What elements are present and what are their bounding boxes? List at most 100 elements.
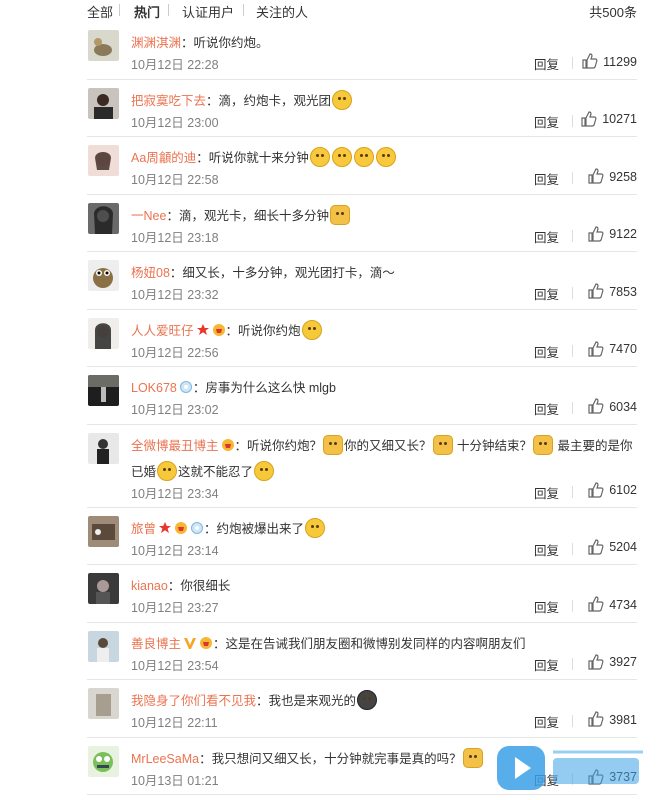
thumbs-up-icon xyxy=(588,481,604,498)
thumbs-up-icon xyxy=(581,110,597,127)
like-button[interactable]: 9122 xyxy=(587,225,637,243)
avatar[interactable] xyxy=(88,145,119,176)
comment-item: 杨妞08：细又长，十多分钟，观光团打卡，滴～ 10月12日 23:32 回复 7… xyxy=(0,252,659,310)
comment-item: 把寂寞吃下去：滴，约炮卡，观光团 10月12日 23:00 回复 10271 xyxy=(0,80,659,138)
like-button[interactable]: 7470 xyxy=(587,340,637,358)
comment-username[interactable]: 人人爱旺仔 xyxy=(131,324,194,338)
doge-emoji-icon xyxy=(533,434,554,455)
reply-button[interactable]: 回复 xyxy=(534,655,559,674)
smile-emoji-icon xyxy=(157,460,178,481)
comment-text: 你的又细又长？ xyxy=(344,438,432,453)
reply-button[interactable]: 回复 xyxy=(534,54,559,73)
avatar[interactable] xyxy=(88,515,119,547)
comment-username[interactable]: MrLeeSaMa xyxy=(131,752,199,766)
facepalm-emoji-icon xyxy=(254,460,275,481)
laugh-cry-emoji-icon xyxy=(309,147,330,167)
shy-emoji-icon xyxy=(305,517,326,538)
reply-button[interactable]: 回复 xyxy=(534,169,559,188)
reply-button[interactable]: 回复 xyxy=(534,399,559,418)
avatar[interactable] xyxy=(88,630,119,662)
comment-item: 一Nee：滴，观光卡，细长十多分钟 10月12日 23:18 回复 9122 xyxy=(0,195,659,253)
comment-time: 10月12日 23:14 xyxy=(131,543,219,558)
like-count: 7853 xyxy=(609,284,637,299)
star-badge-icon xyxy=(159,521,172,533)
like-button[interactable]: 6034 xyxy=(587,398,637,415)
like-button[interactable]: 9258 xyxy=(587,168,637,185)
reply-button[interactable]: 回复 xyxy=(534,540,559,559)
action-divider xyxy=(572,657,573,670)
like-count: 7470 xyxy=(609,342,637,356)
level-badge-icon xyxy=(179,381,192,393)
comment-text: ：约炮被爆出来了 xyxy=(204,521,305,536)
comment-username[interactable]: 把寂寞吃下去 xyxy=(131,94,206,108)
avatar[interactable] xyxy=(88,375,119,406)
comment-body: Aa周龥的迪：听说你就十来分钟 xyxy=(131,145,635,171)
comment-text: 十分钟结束？ xyxy=(457,438,533,453)
avatar[interactable] xyxy=(88,30,119,61)
comment-username[interactable]: 善良博主 xyxy=(131,637,181,651)
action-divider xyxy=(572,402,573,414)
like-button[interactable]: 5204 xyxy=(587,538,637,556)
thumbs-up-icon xyxy=(588,398,604,414)
thumbs-up-icon xyxy=(588,340,604,357)
avatar[interactable] xyxy=(88,317,119,349)
like-button[interactable]: 3927 xyxy=(587,653,637,671)
comment-username[interactable]: 渊渊淇渊 xyxy=(131,36,181,50)
comment-text: ：细又长，十多分钟，观光团打卡，滴～ xyxy=(169,266,395,280)
filter-verified-tab[interactable]: 认证用户 xyxy=(182,2,234,21)
watermark-logo xyxy=(497,746,643,790)
thumbs-up-icon xyxy=(582,53,598,69)
comment-username[interactable]: kianao xyxy=(131,579,168,593)
like-button[interactable]: 11299 xyxy=(581,53,637,70)
thumbs-up-icon xyxy=(588,596,604,612)
reply-button[interactable]: 回复 xyxy=(534,112,559,131)
avatar[interactable] xyxy=(88,202,119,234)
avatar[interactable] xyxy=(88,573,119,604)
comment-username[interactable]: 一Nee xyxy=(131,209,166,223)
like-count: 3981 xyxy=(609,712,637,727)
avatar[interactable] xyxy=(88,87,119,119)
comment-text: 这就不能忍了 xyxy=(178,464,254,479)
comment-body: 我隐身了你们看不见我：我也是来观光的 xyxy=(131,688,635,714)
filter-following-tab[interactable]: 关注的人 xyxy=(256,2,308,21)
doge-emoji-icon xyxy=(323,434,344,455)
like-count: 10271 xyxy=(602,112,637,126)
avatar[interactable] xyxy=(88,745,119,777)
comment-username[interactable]: 旅曾 xyxy=(131,522,156,536)
comment-username[interactable]: Aa周龥的迪 xyxy=(131,151,196,165)
comment-body: 渊渊淇渊：听说你约炮。 xyxy=(131,30,635,56)
reply-button[interactable]: 回复 xyxy=(534,597,559,616)
action-divider xyxy=(572,715,573,727)
comment-username[interactable]: 我隐身了你们看不见我 xyxy=(131,694,256,708)
comment-time: 10月12日 22:28 xyxy=(131,58,219,72)
action-divider xyxy=(572,485,573,498)
comment-body: LOK678 ：房事为什么这么快 mlgb xyxy=(131,375,635,401)
comment-text: ：滴，观光卡，细长十多分钟 xyxy=(166,208,329,223)
action-divider xyxy=(572,229,573,242)
comment-time: 10月13日 01:21 xyxy=(131,773,219,788)
avatar[interactable] xyxy=(88,260,119,291)
filter-all-tab[interactable]: 全部 xyxy=(87,2,113,21)
comment-username[interactable]: LOK678 xyxy=(131,381,177,395)
like-button[interactable]: 3981 xyxy=(587,711,637,728)
like-button[interactable]: 10271 xyxy=(580,110,637,128)
husky-emoji-icon xyxy=(357,690,378,710)
member-badge-icon xyxy=(175,521,188,534)
avatar[interactable] xyxy=(88,688,119,719)
like-count: 9122 xyxy=(609,227,637,241)
reply-button[interactable]: 回复 xyxy=(534,227,559,246)
like-button[interactable]: 6102 xyxy=(587,481,637,499)
reply-button[interactable]: 回复 xyxy=(534,342,559,361)
comment-filter-bar: 全部 热门 认证用户 关注的人 共500条 xyxy=(0,0,659,22)
comment-username[interactable]: 杨妞08 xyxy=(131,266,170,280)
action-divider xyxy=(572,600,573,612)
reply-button[interactable]: 回复 xyxy=(534,284,559,303)
member-badge-icon xyxy=(200,636,213,649)
reply-button[interactable]: 回复 xyxy=(534,483,559,502)
comment-username[interactable]: 全微博最丑博主 xyxy=(131,439,219,453)
avatar[interactable] xyxy=(88,432,119,464)
like-button[interactable]: 7853 xyxy=(587,283,637,300)
filter-hot-tab[interactable]: 热门 xyxy=(134,2,160,21)
doge-emoji-icon xyxy=(329,204,350,225)
like-button[interactable]: 4734 xyxy=(587,596,637,613)
